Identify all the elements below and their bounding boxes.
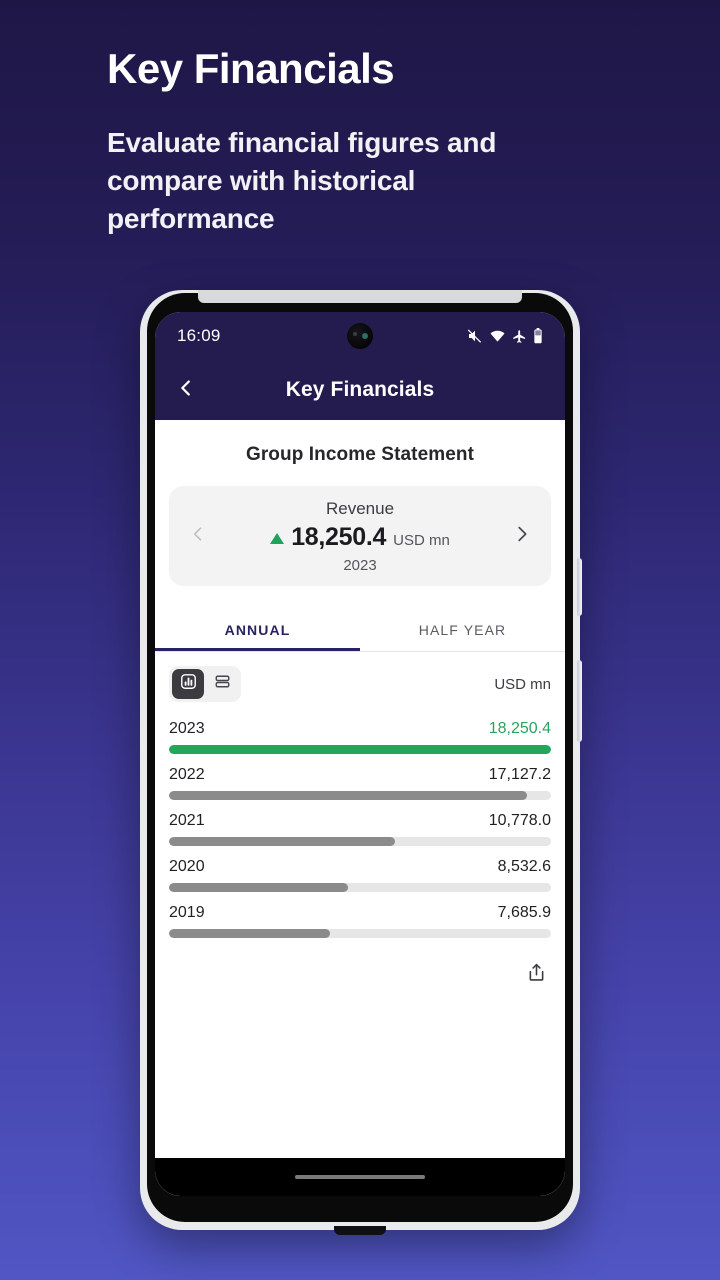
bar-row-year: 2020 xyxy=(169,858,205,875)
chart-unit-label: USD mn xyxy=(494,675,551,693)
phone-mockup: 16:09 Key Financials Group Income Statem… xyxy=(140,290,582,1235)
metric-value-row: 18,250.4 USD mn xyxy=(215,523,505,552)
page-subtitle: Evaluate financial figures and compare w… xyxy=(107,127,497,234)
bar-row-value: 10,778.0 xyxy=(488,812,551,829)
metric-label: Revenue xyxy=(325,498,395,518)
triangle-up-icon xyxy=(270,532,285,544)
bar-row-value: 17,127.2 xyxy=(488,766,551,783)
share-row xyxy=(155,938,565,990)
view-mode-chart-button[interactable] xyxy=(172,669,204,699)
share-icon xyxy=(526,962,547,988)
back-button[interactable] xyxy=(169,373,203,407)
tab-half-year[interactable]: HALF YEAR xyxy=(360,608,565,651)
prev-metric-button[interactable] xyxy=(181,519,215,553)
mute-icon xyxy=(467,328,483,344)
bar-row-value: 18,250.4 xyxy=(488,720,551,737)
bar-row-value: 8,532.6 xyxy=(497,858,551,875)
screen-content: Group Income Statement Revenue 18,250.4 xyxy=(155,420,565,1196)
bar-chart-icon xyxy=(180,673,197,695)
metric-period: 2023 xyxy=(343,556,377,574)
promo-copy: Key Financials Evaluate financial figure… xyxy=(107,45,627,238)
phone-speaker-grill xyxy=(334,1226,386,1235)
status-bar: 16:09 xyxy=(155,312,565,360)
chevron-left-icon xyxy=(175,377,197,404)
bar-row-header: 2019 7,685.9 xyxy=(169,904,551,922)
status-icons xyxy=(467,328,543,344)
financial-bar-row[interactable]: 2023 18,250.4 xyxy=(169,708,551,754)
bar-row-header: 2022 17,127.2 xyxy=(169,766,551,784)
chevron-right-icon xyxy=(511,523,533,550)
financial-bar-row[interactable]: 2020 8,532.6 xyxy=(169,846,551,892)
financial-bar-list: 2023 18,250.4 2022 17,127.2 2021 10,778.0 2020… xyxy=(155,708,565,938)
airplane-mode-icon xyxy=(512,329,527,344)
metric-card: Revenue 18,250.4 USD mn 2023 xyxy=(169,486,551,586)
view-mode-list-button[interactable] xyxy=(206,669,238,699)
next-metric-button[interactable] xyxy=(505,519,539,553)
volume-button[interactable] xyxy=(577,660,582,742)
metric-value: 18,250.4 xyxy=(291,522,387,551)
share-button[interactable] xyxy=(521,960,551,990)
battery-icon xyxy=(533,328,543,344)
page-title: Key Financials xyxy=(107,45,395,92)
wifi-icon xyxy=(489,328,506,344)
bar-fill xyxy=(169,883,348,892)
bar-row-header: 2021 10,778.0 xyxy=(169,812,551,830)
bar-row-header: 2023 18,250.4 xyxy=(169,720,551,738)
bar-row-year: 2023 xyxy=(169,720,205,737)
period-tabs: ANNUAL HALF YEAR xyxy=(155,608,565,651)
bar-fill xyxy=(169,837,395,846)
home-indicator[interactable] xyxy=(295,1175,425,1179)
bar-fill xyxy=(169,791,528,800)
phone-earpiece-bar xyxy=(198,290,522,303)
bar-row-year: 2019 xyxy=(169,904,205,921)
bar-row-year: 2021 xyxy=(169,812,205,829)
bar-row-year: 2022 xyxy=(169,766,205,783)
power-button[interactable] xyxy=(577,558,582,616)
financial-bar-row[interactable]: 2022 17,127.2 xyxy=(169,754,551,800)
bar-fill xyxy=(169,745,551,754)
app-bar-title: Key Financials xyxy=(285,378,435,401)
bar-row-value: 7,685.9 xyxy=(497,904,551,921)
list-view-icon xyxy=(213,673,232,695)
bar-track xyxy=(169,837,551,846)
section-title: Group Income Statement xyxy=(245,444,475,465)
front-camera-icon xyxy=(347,323,373,349)
view-mode-toggle xyxy=(169,666,241,702)
bar-track xyxy=(169,745,551,754)
financial-bar-row[interactable]: 2021 10,778.0 xyxy=(169,800,551,846)
app-bar: Key Financials xyxy=(155,360,565,420)
metric-unit: USD mn xyxy=(393,531,450,549)
phone-screen: 16:09 Key Financials Group Income Statem… xyxy=(155,312,565,1196)
bar-track xyxy=(169,791,551,800)
chart-toolbar: USD mn xyxy=(155,652,565,708)
chevron-left-icon xyxy=(188,524,208,549)
status-time: 16:09 xyxy=(177,326,221,345)
tab-annual[interactable]: ANNUAL xyxy=(155,608,360,651)
android-nav-bar xyxy=(155,1158,565,1196)
bar-track xyxy=(169,883,551,892)
bar-track xyxy=(169,929,551,938)
metric-body: Revenue 18,250.4 USD mn 2023 xyxy=(215,499,505,574)
bar-row-header: 2020 8,532.6 xyxy=(169,858,551,876)
tab-active-indicator xyxy=(155,648,360,651)
bar-fill xyxy=(169,929,330,938)
financial-bar-row[interactable]: 2019 7,685.9 xyxy=(169,892,551,938)
